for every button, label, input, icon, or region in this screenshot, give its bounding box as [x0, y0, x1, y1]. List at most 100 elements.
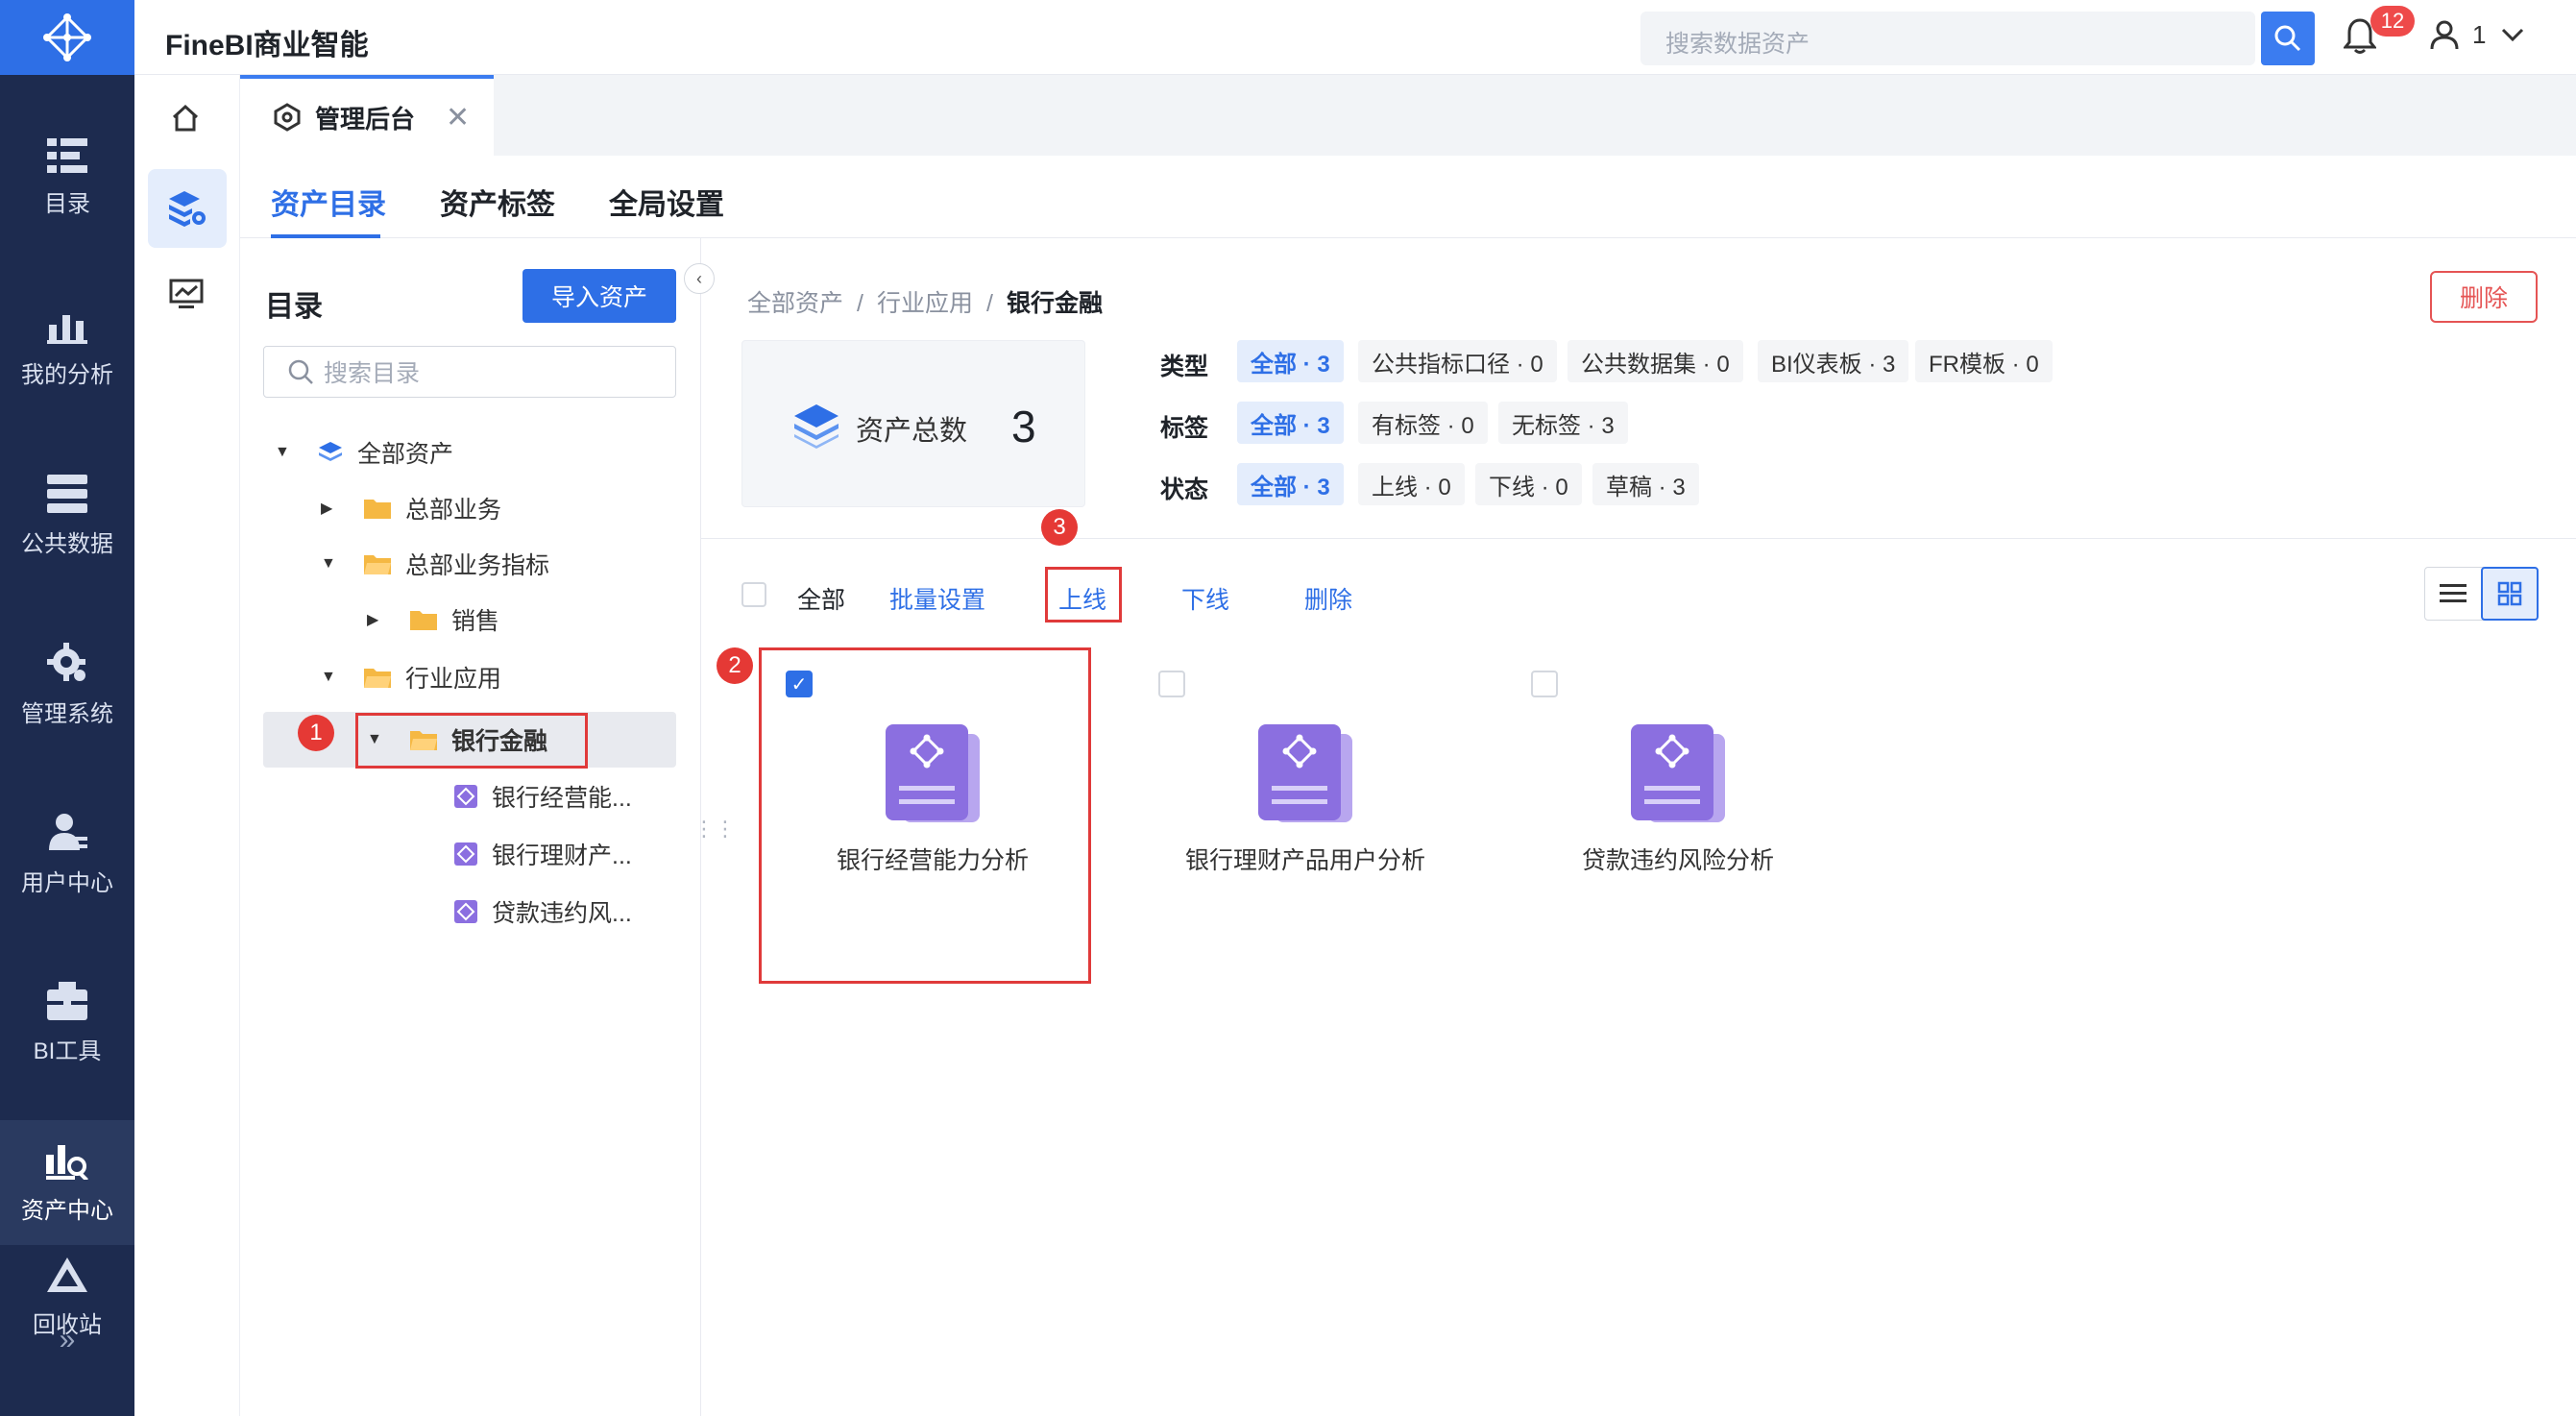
nav-item-my-analysis[interactable]: 我的分析: [0, 275, 134, 419]
step-badge-2: 2: [717, 647, 753, 684]
batch-settings-button[interactable]: 批量设置: [889, 581, 985, 616]
settings-hex-icon: [274, 103, 301, 132]
logo[interactable]: [0, 0, 134, 75]
dashboard-asset-icon: [454, 842, 477, 866]
tree-node-label: 销售: [451, 608, 500, 635]
asset-total-label: 资产总数: [856, 416, 968, 447]
caret-down-icon[interactable]: ▼: [321, 555, 340, 573]
nav-item-user-center[interactable]: 用户中心: [0, 782, 134, 926]
tree-node-label: 行业应用: [405, 666, 502, 693]
filter-chip[interactable]: 全部 · 3: [1237, 402, 1344, 444]
tab-admin[interactable]: 管理后台 ✕: [240, 75, 494, 156]
main-nav: 目录 我的分析 公共数据 管理系统 用户中心 BI工具 资产中心 回收站 »: [0, 0, 134, 1416]
offline-button[interactable]: 下线: [1181, 581, 1229, 616]
caret-right-icon[interactable]: ▶: [367, 610, 386, 629]
dashboard-asset-icon: [454, 900, 477, 923]
breadcrumb-item[interactable]: 行业应用: [877, 290, 973, 317]
caret-right-icon[interactable]: ▶: [321, 499, 340, 518]
nav-item-manage-system[interactable]: 管理系统: [0, 613, 134, 757]
toolbox-icon: [47, 981, 87, 1020]
expand-nav-button[interactable]: »: [0, 1306, 134, 1374]
folder-icon: [364, 500, 391, 519]
tree-node-asset-2[interactable]: 银行理财产...: [453, 826, 632, 882]
breadcrumb: 全部资产 / 行业应用 / 银行金融: [747, 284, 1103, 319]
caret-down-icon[interactable]: ▼: [321, 669, 340, 686]
chevron-down-icon: [2502, 28, 2524, 41]
tree-node-sales[interactable]: ▶ 销售: [367, 592, 499, 647]
asset-card-name: 贷款违约风险分析: [1581, 847, 1774, 874]
monitor-chart-icon: [169, 279, 204, 308]
top-bar: FineBI商业智能 搜索数据资产 12 1: [134, 0, 2576, 75]
close-tab-icon[interactable]: ✕: [446, 101, 470, 134]
tree-node-label: 总部业务: [405, 497, 502, 524]
bi-dashboard-icon: [1258, 724, 1352, 822]
list-view-button[interactable]: [2425, 568, 2481, 620]
filter-chip[interactable]: 公共指标口径 · 0: [1358, 340, 1557, 382]
filter-chip[interactable]: 草稿 · 3: [1592, 463, 1699, 505]
tree-node-hq-business[interactable]: ▶ 总部业务: [321, 480, 501, 536]
user-menu[interactable]: 1: [2430, 19, 2524, 50]
nav-item-catalog[interactable]: 目录: [0, 106, 134, 250]
import-asset-button[interactable]: 导入资产: [522, 269, 676, 323]
monitor-nav-button[interactable]: [169, 279, 204, 316]
breadcrumb-separator: /: [857, 290, 863, 317]
tree-node-asset-3[interactable]: 贷款违约风...: [453, 884, 632, 940]
grid-view-button[interactable]: [2481, 567, 2539, 621]
nav-item-asset-center[interactable]: 资产中心: [0, 1120, 134, 1245]
tree-node-all-assets[interactable]: ▼ 全部资产: [275, 425, 453, 480]
tree-node-hq-metrics[interactable]: ▼ 总部业务指标: [321, 536, 549, 592]
sub-tabs: 资产目录 资产标签 全局设置: [240, 156, 2576, 238]
highlight-box-online: [1045, 567, 1122, 623]
filter-chip[interactable]: 下线 · 0: [1475, 463, 1582, 505]
asset-card[interactable]: 银行理财产品用户分析: [1139, 663, 1471, 980]
nav-label: 用户中心: [21, 869, 113, 896]
secondary-nav: [134, 75, 240, 1416]
resize-handle[interactable]: ⋮⋮: [693, 817, 736, 842]
nav-item-bi-tools[interactable]: BI工具: [0, 951, 134, 1095]
filter-tag-label: 标签: [1160, 415, 1209, 442]
filter-chip[interactable]: BI仪表板 · 3: [1758, 340, 1909, 382]
collapse-panel-button[interactable]: ‹: [684, 263, 715, 294]
app-title: FineBI商业智能: [165, 30, 369, 61]
asset-catalog-nav-button[interactable]: [148, 169, 227, 248]
select-all-checkbox[interactable]: [741, 582, 766, 607]
subtab-asset-catalog[interactable]: 资产目录: [271, 181, 386, 223]
bi-dashboard-icon: [1631, 724, 1725, 822]
filter-chip[interactable]: 上线 · 0: [1358, 463, 1465, 505]
highlight-box-card: [759, 647, 1091, 984]
delete-button[interactable]: 删除: [2430, 271, 2538, 323]
breadcrumb-item[interactable]: 全部资产: [747, 290, 843, 317]
tree-search-input[interactable]: 搜索目录: [263, 346, 676, 398]
asset-card-checkbox[interactable]: [1158, 671, 1185, 697]
home-button[interactable]: [171, 104, 200, 139]
grid-view-icon: [2497, 581, 2522, 606]
select-all-label[interactable]: 全部: [797, 581, 845, 616]
filter-chip[interactable]: 有标签 · 0: [1358, 402, 1488, 444]
caret-down-icon[interactable]: ▼: [275, 444, 294, 461]
asset-card-checkbox[interactable]: [1531, 671, 1558, 697]
nav-item-public-data[interactable]: 公共数据: [0, 444, 134, 588]
catalog-tree-panel: 目录 导入资产 搜索目录 ▼ 全部资产 ▶ 总部业务 ▼ 总部业务指标 ▶ 销售…: [240, 238, 701, 1416]
batch-delete-button[interactable]: 删除: [1304, 581, 1352, 616]
subtab-asset-tags[interactable]: 资产标签: [440, 181, 555, 223]
filter-chip[interactable]: FR模板 · 0: [1915, 340, 2053, 382]
notification-badge: 12: [2370, 6, 2415, 37]
tree-node-asset-1[interactable]: 银行经营能...: [453, 769, 632, 824]
folder-open-icon: [364, 669, 391, 688]
nav-label: 管理系统: [21, 700, 113, 727]
asset-card[interactable]: 贷款违约风险分析: [1512, 663, 1844, 980]
layers-gear-icon: [169, 191, 206, 227]
filter-chip[interactable]: 公共数据集 · 0: [1567, 340, 1743, 382]
subtab-global-settings[interactable]: 全局设置: [609, 181, 724, 223]
search-placeholder: 搜索数据资产: [1665, 31, 1810, 58]
filter-chip[interactable]: 全部 · 3: [1237, 340, 1344, 382]
list-view-icon: [2440, 584, 2467, 602]
filter-chip[interactable]: 全部 · 3: [1237, 463, 1344, 505]
search-button[interactable]: [2261, 12, 2315, 65]
folder-open-icon: [364, 555, 391, 574]
filter-chip[interactable]: 无标签 · 3: [1498, 402, 1628, 444]
tree-node-industry-apps[interactable]: ▼ 行业应用: [321, 649, 501, 705]
recycle-icon: [47, 1257, 87, 1292]
asset-search-input[interactable]: 搜索数据资产: [1640, 12, 2255, 65]
user-name: 1: [2472, 19, 2487, 49]
